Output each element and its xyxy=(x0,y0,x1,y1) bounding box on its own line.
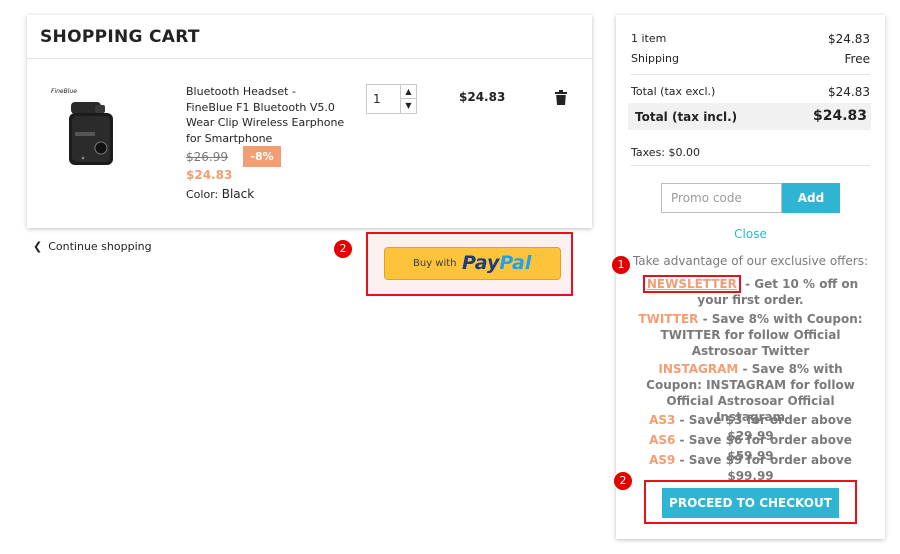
paypal-button[interactable]: Buy with PayPal xyxy=(384,247,561,280)
close-promo-link[interactable]: Close xyxy=(616,227,885,241)
annotation-badge: 1 xyxy=(612,256,630,274)
annotation-badge: 2 xyxy=(334,240,352,258)
product-name[interactable]: Bluetooth Headset - FineBlue F1 Bluetoot… xyxy=(186,84,346,146)
shopping-cart-panel: SHOPPING CART FineBlue Bluetooth Headset… xyxy=(27,15,592,228)
chevron-up-icon[interactable]: ▲ xyxy=(401,85,416,98)
product-color: Color: Black xyxy=(186,187,254,201)
add-promo-button[interactable]: Add xyxy=(782,183,840,213)
offer-code-as6[interactable]: AS6 xyxy=(649,433,675,447)
offer-code-newsletter[interactable]: NEWSLETTER xyxy=(642,275,741,293)
total-incl-value: $24.83 xyxy=(812,108,867,124)
cart-title: SHOPPING CART xyxy=(40,27,200,47)
chevron-left-icon: ❮ xyxy=(33,240,43,253)
proceed-to-checkout-button[interactable]: PROCEED TO CHECKOUT xyxy=(662,488,839,518)
color-label: Color: xyxy=(186,188,219,201)
offer-code-twitter[interactable]: TWITTER xyxy=(638,312,698,326)
total-incl-label: Total (tax incl.) xyxy=(635,110,738,124)
paypal-highlight: Buy with PayPal xyxy=(366,232,573,296)
offer-item: TWITTER - Save 8% with Coupon: TWITTER f… xyxy=(630,311,871,359)
items-row: 1 item $24.83 xyxy=(631,32,870,46)
divider xyxy=(631,74,870,75)
total-excl-row: Total (tax excl.) $24.83 xyxy=(631,85,870,99)
annotation-badge: 2 xyxy=(614,472,632,490)
trash-icon[interactable] xyxy=(555,90,567,105)
paypal-logo: PayPal xyxy=(462,252,532,274)
product-image[interactable]: FineBlue xyxy=(51,85,131,169)
total-excl-label: Total (tax excl.) xyxy=(631,85,716,98)
divider xyxy=(27,58,592,59)
offer-code-instagram[interactable]: INSTAGRAM xyxy=(658,362,738,376)
items-value: $24.83 xyxy=(828,32,870,46)
continue-shopping-label: Continue shopping xyxy=(48,240,152,253)
offer-text: - Save $9 for order above $99.99 xyxy=(675,453,852,483)
line-total-price: $24.83 xyxy=(459,90,506,104)
promo-code-input[interactable] xyxy=(661,183,782,213)
product-image-brand: FineBlue xyxy=(51,88,77,95)
old-price: $26.99 xyxy=(186,150,228,164)
total-excl-value: $24.83 xyxy=(828,85,870,99)
paypal-buy-with-label: Buy with xyxy=(413,258,457,269)
chevron-down-icon[interactable]: ▼ xyxy=(401,98,416,112)
new-price: $24.83 xyxy=(186,168,233,182)
offer-item: NEWSLETTER - Get 10 % off on your first … xyxy=(630,275,871,308)
discount-badge: -8% xyxy=(243,146,281,167)
offer-code-as3[interactable]: AS3 xyxy=(649,413,675,427)
quantity-spinner: ▲ ▼ xyxy=(400,85,416,113)
order-summary-panel: 1 item $24.83 Shipping Free Total (tax e… xyxy=(616,15,885,539)
items-label: 1 item xyxy=(631,32,667,45)
shipping-row: Shipping Free xyxy=(631,52,870,66)
taxes-text: Taxes: $0.00 xyxy=(631,146,701,159)
offer-code-as9[interactable]: AS9 xyxy=(649,453,675,467)
total-incl-row: Total (tax incl.) $24.83 xyxy=(628,103,871,130)
offers-title: Take advantage of our exclusive offers: xyxy=(632,254,869,268)
shipping-value: Free xyxy=(844,52,870,66)
color-value: Black xyxy=(221,187,255,201)
continue-shopping-link[interactable]: ❮ Continue shopping xyxy=(33,240,152,253)
divider xyxy=(631,165,870,166)
checkout-highlight: PROCEED TO CHECKOUT xyxy=(644,480,857,524)
shipping-label: Shipping xyxy=(631,52,679,65)
quantity-stepper: ▲ ▼ xyxy=(366,84,417,114)
